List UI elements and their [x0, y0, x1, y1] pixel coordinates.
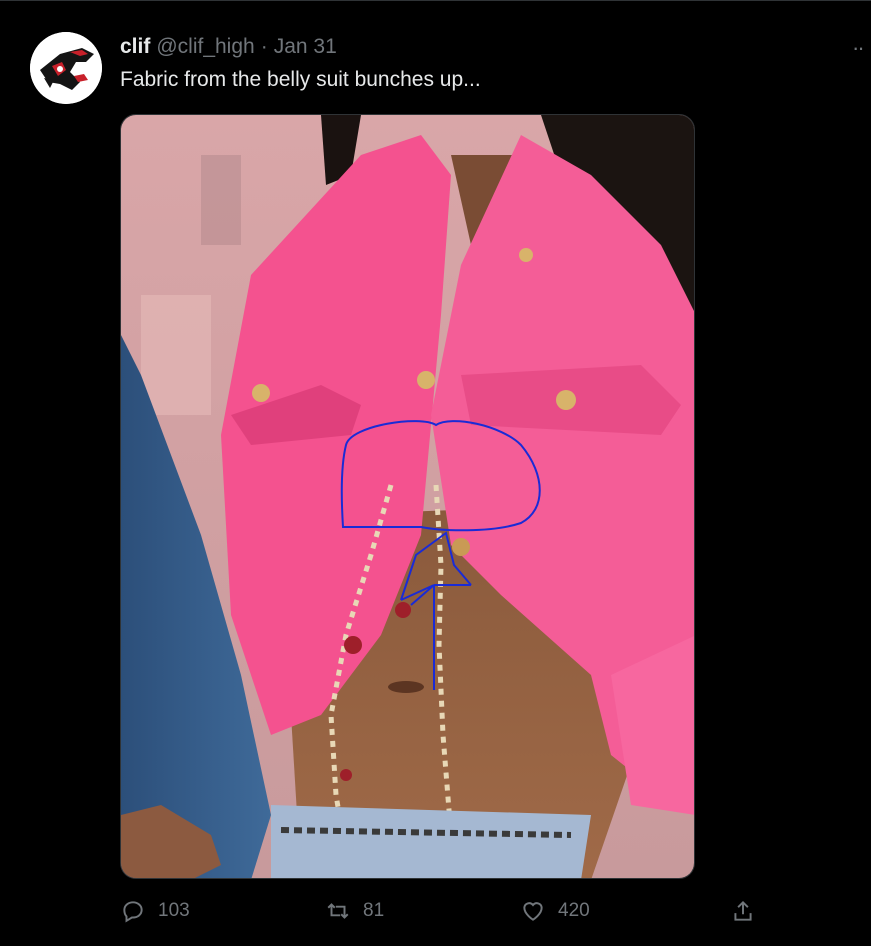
avatar[interactable] [30, 32, 102, 104]
tweet[interactable]: clif @clif_high · Jan 31 ·· Fabric from … [0, 0, 871, 946]
tweet-date[interactable]: Jan 31 [274, 35, 337, 59]
retweet-icon [327, 903, 349, 919]
photo-image [121, 115, 694, 878]
tweet-photo[interactable] [120, 114, 695, 879]
separator: · [260, 35, 268, 58]
author-name[interactable]: clif [120, 35, 150, 59]
retweet-button[interactable]: 81 [325, 898, 384, 924]
reply-button[interactable]: 103 [120, 898, 190, 924]
like-count: 420 [558, 900, 590, 921]
retweet-count: 81 [363, 900, 385, 921]
raven-logo-icon [30, 32, 102, 104]
tweet-actions: 103 81 420 [120, 898, 760, 930]
share-icon [734, 900, 752, 921]
more-options-icon[interactable]: ·· [852, 35, 865, 61]
tweet-text: Fabric from the belly suit bunches up... [120, 68, 481, 91]
author-handle[interactable]: @clif_high [156, 35, 254, 59]
reply-count: 103 [158, 900, 190, 921]
share-button[interactable] [730, 898, 756, 924]
reply-icon [123, 901, 143, 923]
tweet-header: clif @clif_high · Jan 31 [120, 35, 337, 59]
like-button[interactable]: 420 [520, 898, 590, 924]
heart-icon [523, 902, 543, 921]
